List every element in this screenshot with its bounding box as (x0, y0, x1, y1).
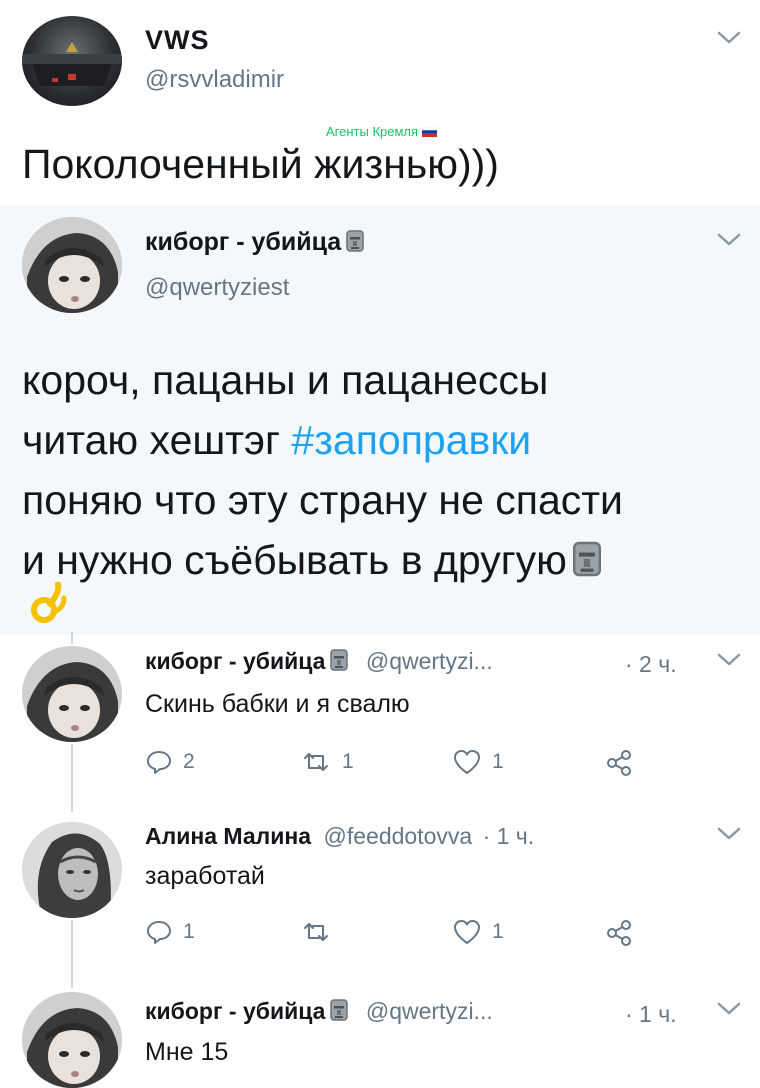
quoted-line-1: короч, пацаны и пацанессы (22, 357, 549, 403)
avatar-alina[interactable] (22, 822, 122, 918)
reply-text: Скинь бабки и я свалю (145, 690, 410, 718)
quoted-line-4-text: и нужно съёбывать в другую (22, 537, 567, 583)
hashtag-link[interactable]: #запоправки (291, 417, 531, 463)
reply-header: киборг - убийца @qwertyzi... (145, 998, 493, 1025)
retweet-count: 1 (342, 750, 354, 773)
chevron-down-icon[interactable] (716, 652, 742, 668)
reply-timestamp[interactable]: · 1 ч. (483, 823, 535, 849)
share-icon[interactable] (604, 748, 634, 778)
reply-timestamp[interactable]: · 2 ч. (625, 651, 677, 678)
russia-flag-icon (422, 126, 438, 137)
avatar-kiborg[interactable] (22, 217, 122, 313)
reply-author-handle[interactable]: @qwertyzi... (366, 648, 493, 674)
heart-icon (454, 920, 480, 944)
reply-button[interactable]: 2 (145, 748, 195, 776)
thread-line (71, 744, 73, 812)
main-tweet-handle[interactable]: @rsvvladimir (145, 66, 284, 94)
like-button[interactable]: 1 (452, 748, 504, 776)
quoted-line-3: поняю что эту страну не спасти (22, 477, 623, 523)
like-count: 1 (492, 750, 504, 773)
quoted-tweet-body: короч, пацаны и пацанессы читаю хештэг #… (22, 350, 623, 590)
thread-line (71, 632, 73, 644)
reply-icon (147, 921, 171, 944)
quoted-line-2-prefix: читаю хештэг (22, 417, 280, 463)
moai-emoji-icon (330, 999, 349, 1021)
moai-emoji-icon (572, 541, 601, 577)
reply-count: 1 (183, 920, 195, 943)
reply-author-handle[interactable]: @qwertyzi... (366, 998, 493, 1024)
thread-line (71, 920, 73, 988)
caption-badge-label: Агенты Кремля (326, 124, 419, 139)
quoted-line-2: читаю хештэг #запоправки (22, 410, 623, 470)
reply-button[interactable]: 1 (145, 918, 195, 946)
reply-icon (147, 751, 171, 774)
share-icon[interactable] (604, 918, 634, 948)
reply-author-handle[interactable]: @feeddotovva (324, 823, 473, 849)
avatar-vws[interactable] (22, 16, 122, 106)
quoted-tweet-name[interactable]: киборг - убийца (145, 228, 365, 257)
heart-icon (454, 750, 480, 774)
avatar-kiborg[interactable] (22, 646, 122, 742)
retweet-button[interactable] (300, 918, 342, 946)
main-tweet-name[interactable]: VWS (145, 25, 210, 56)
reply-author-name[interactable]: киборг - убийца (145, 648, 325, 674)
like-button[interactable]: 1 (452, 918, 504, 946)
like-count: 1 (492, 920, 504, 943)
ok-hand-emoji-icon (31, 582, 67, 623)
retweet-icon (304, 923, 328, 941)
reply-timestamp[interactable]: · 1 ч. (625, 1001, 677, 1028)
quoted-tweet-handle[interactable]: @qwertyziest (145, 274, 289, 302)
reply-count: 2 (183, 750, 195, 773)
moai-emoji-icon (330, 649, 349, 671)
chevron-down-icon[interactable] (716, 1001, 742, 1017)
reply-author-name[interactable]: киборг - убийца (145, 998, 325, 1024)
moai-emoji-icon (346, 230, 364, 252)
quoted-line-4: и нужно съёбывать в другую (22, 530, 623, 590)
chevron-down-icon[interactable] (716, 30, 742, 46)
caption-badge: Агенты Кремля (326, 124, 438, 139)
retweet-icon (304, 753, 328, 771)
reply-text: заработай (145, 862, 265, 890)
reply-header: Алина Малина @feeddotovva · 1 ч. (145, 823, 534, 850)
reply-text: Мне 15 (145, 1038, 229, 1066)
main-tweet-text: Поколоченный жизнью))) (22, 141, 499, 187)
chevron-down-icon[interactable] (716, 232, 742, 248)
quoted-tweet-name-label: киборг - убийца (145, 228, 342, 256)
reply-header: киборг - убийца @qwertyzi... (145, 648, 493, 675)
reply-author-name[interactable]: Алина Малина (145, 823, 311, 849)
chevron-down-icon[interactable] (716, 826, 742, 842)
retweet-button[interactable]: 1 (300, 748, 354, 776)
avatar-kiborg[interactable] (22, 992, 122, 1088)
